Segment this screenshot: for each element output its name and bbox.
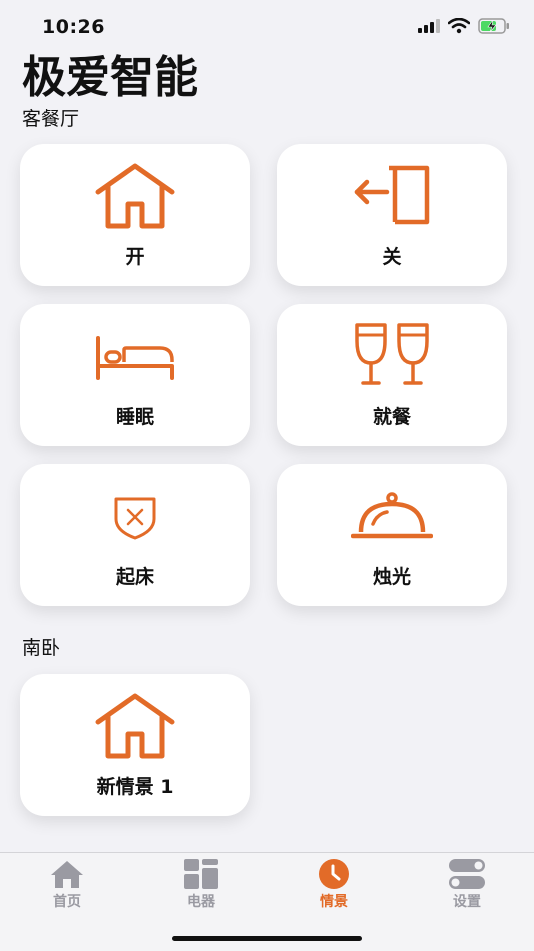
page-title: 极爱智能 [22, 52, 198, 103]
section-label-south-bedroom: 南卧 [22, 637, 61, 659]
bed-icon [96, 336, 174, 380]
scene-label: 烛光 [372, 566, 411, 588]
tab-label: 设置 [453, 894, 481, 910]
exit-door-icon [354, 165, 430, 225]
status-time: 10:26 [42, 16, 105, 38]
tab-appliances[interactable]: 电器 [151, 853, 251, 923]
glasses-icon [355, 323, 429, 385]
status-icons [418, 18, 510, 34]
scene-label: 开 [125, 246, 145, 268]
tab-label: 情景 [320, 894, 348, 910]
tab-label: 首页 [53, 894, 81, 910]
scene-card-off[interactable]: 关 [277, 144, 507, 286]
shield-x-icon [114, 497, 156, 540]
house-icon [95, 693, 175, 759]
scene-label: 就餐 [372, 406, 411, 428]
tab-home[interactable]: 首页 [17, 853, 117, 923]
home-indicator [172, 936, 362, 941]
battery-charging-icon [478, 18, 509, 34]
scene-card-new-scene-1[interactable]: 新情景 1 [20, 674, 250, 816]
scene-label: 睡眠 [115, 406, 154, 428]
scene-card-on[interactable]: 开 [20, 144, 250, 286]
status-bar: 10:26 [0, 0, 534, 56]
scene-card-dining[interactable]: 就餐 [277, 304, 507, 446]
tab-scenes[interactable]: 情景 [284, 853, 384, 923]
tab-label: 电器 [187, 894, 215, 910]
scene-label: 新情景 1 [96, 776, 174, 798]
cloche-icon [351, 492, 433, 539]
wifi-icon [448, 18, 470, 34]
clock-icon [319, 859, 349, 889]
scene-card-sleep[interactable]: 睡眠 [20, 304, 250, 446]
grid-icon [184, 859, 218, 889]
section-label-living-dining: 客餐厅 [22, 108, 80, 130]
house-icon [51, 861, 83, 888]
cellular-signal-icon [418, 19, 440, 33]
scene-card-wake-up[interactable]: 起床 [20, 464, 250, 606]
house-icon [95, 163, 175, 229]
scene-card-candlelight[interactable]: 烛光 [277, 464, 507, 606]
scene-label: 关 [382, 246, 402, 268]
scene-label: 起床 [115, 566, 154, 588]
toggles-icon [449, 859, 485, 889]
tab-settings[interactable]: 设置 [417, 853, 517, 923]
